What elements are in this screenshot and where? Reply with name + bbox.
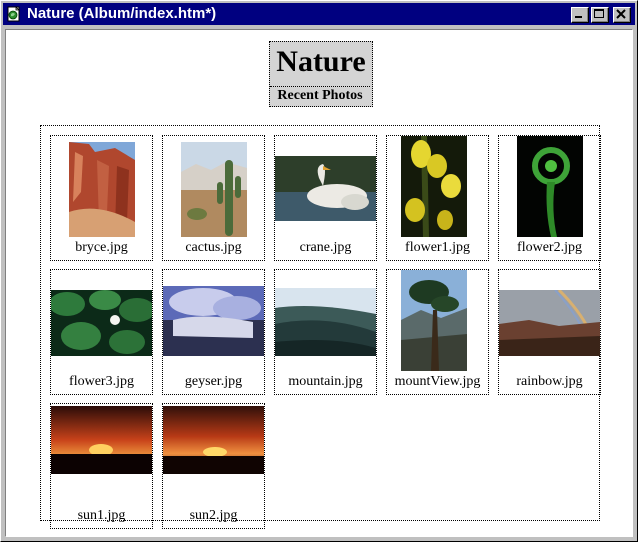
photo-gallery: bryce.jpg cactus.jpg crane.jpg flower1.j… xyxy=(40,125,601,529)
photo-filename: cactus.jpg xyxy=(185,240,242,255)
page-title[interactable]: Nature xyxy=(270,44,372,80)
title-bar[interactable]: Nature (Album/index.htm*) xyxy=(3,3,635,25)
editor-canvas[interactable]: Nature Recent Photos bryce.jpg cactus.jp… xyxy=(5,29,633,537)
photo-thumbnail[interactable] xyxy=(275,156,376,221)
photo-thumbnail[interactable] xyxy=(51,406,152,474)
photo-cell-flower3[interactable]: flower3.jpg xyxy=(50,269,153,395)
photo-thumbnail[interactable] xyxy=(401,136,467,237)
minimize-button[interactable] xyxy=(571,7,589,23)
photo-cell-mountain[interactable]: mountain.jpg xyxy=(274,269,377,395)
close-button[interactable] xyxy=(613,7,631,23)
photo-thumbnail[interactable] xyxy=(181,142,247,237)
photo-filename: sun2.jpg xyxy=(189,508,238,523)
photo-cell-mountview[interactable]: mountView.jpg xyxy=(386,269,489,395)
photo-thumbnail[interactable] xyxy=(517,136,583,237)
window-title: Nature (Album/index.htm*) xyxy=(27,5,217,22)
html-document-icon[interactable] xyxy=(6,6,22,22)
photo-thumbnail[interactable] xyxy=(163,286,264,356)
photo-thumbnail[interactable] xyxy=(69,142,135,237)
photo-filename: mountain.jpg xyxy=(288,374,363,389)
photo-filename: geyser.jpg xyxy=(184,374,243,389)
page-header[interactable]: Nature Recent Photos xyxy=(269,41,373,107)
photo-cell-rainbow[interactable]: rainbow.jpg xyxy=(498,269,601,395)
photo-cell-sun2[interactable]: sun2.jpg xyxy=(162,403,265,529)
photo-thumbnail[interactable] xyxy=(51,290,152,356)
photo-cell-crane[interactable]: crane.jpg xyxy=(274,135,377,261)
photo-thumbnail[interactable] xyxy=(401,270,467,371)
photo-filename: flower2.jpg xyxy=(517,240,582,255)
photo-cell-bryce[interactable]: bryce.jpg xyxy=(50,135,153,261)
page-subtitle[interactable]: Recent Photos xyxy=(270,86,370,105)
photo-thumbnail[interactable] xyxy=(163,406,264,474)
photo-filename: crane.jpg xyxy=(299,240,352,255)
photo-cell-geyser[interactable]: geyser.jpg xyxy=(162,269,265,395)
photo-filename: bryce.jpg xyxy=(75,240,128,255)
photo-filename: flower1.jpg xyxy=(405,240,470,255)
photo-thumbnail[interactable] xyxy=(275,288,376,356)
photo-filename: sun1.jpg xyxy=(77,508,126,523)
photo-filename: flower3.jpg xyxy=(69,374,134,389)
minimize-icon xyxy=(575,16,582,18)
maximize-button[interactable] xyxy=(591,7,609,23)
maximize-icon xyxy=(594,9,604,18)
photo-filename: mountView.jpg xyxy=(394,374,481,389)
photo-cell-cactus[interactable]: cactus.jpg xyxy=(162,135,265,261)
photo-filename: rainbow.jpg xyxy=(516,374,583,389)
photo-cell-sun1[interactable]: sun1.jpg xyxy=(50,403,153,529)
photo-cell-flower1[interactable]: flower1.jpg xyxy=(386,135,489,261)
photo-cell-flower2[interactable]: flower2.jpg xyxy=(498,135,601,261)
photo-thumbnail[interactable] xyxy=(499,290,600,356)
close-icon xyxy=(616,9,626,19)
app-window: Nature (Album/index.htm*) Nature Recent … xyxy=(0,0,638,542)
